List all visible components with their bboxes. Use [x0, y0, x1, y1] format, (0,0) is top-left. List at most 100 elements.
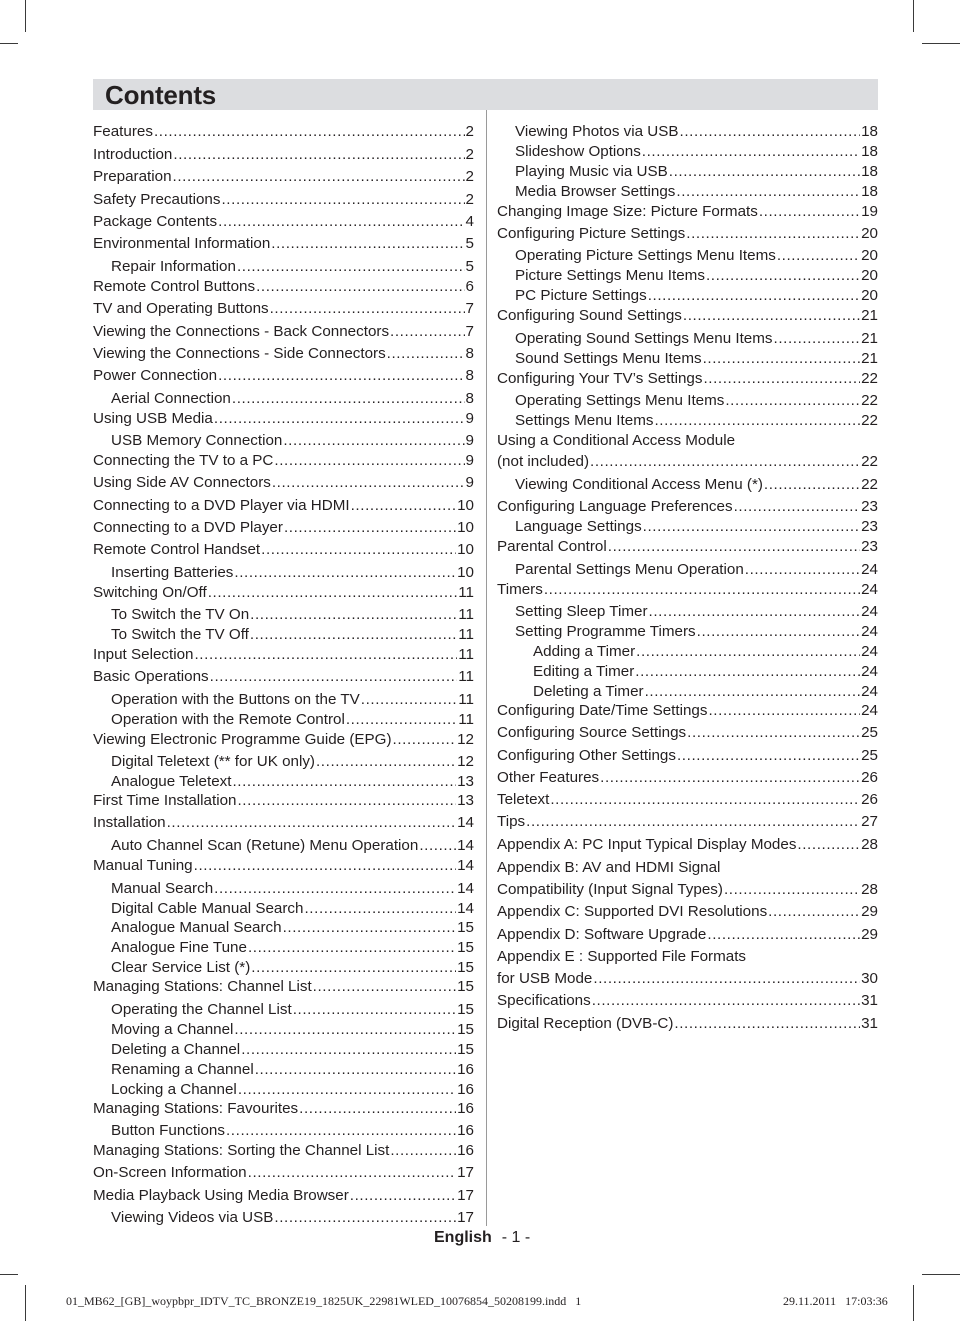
- toc-entry[interactable]: Appendix E : Supported File Formats: [497, 947, 878, 967]
- toc-entry[interactable]: Language Settings 23: [497, 517, 878, 537]
- toc-entry[interactable]: Aerial Connection 8: [93, 389, 474, 409]
- toc-entry[interactable]: Installation 14: [93, 813, 474, 833]
- toc-entry[interactable]: Operation with the Remote Control 11: [93, 710, 474, 730]
- toc-entry[interactable]: Media Browser Settings 18: [497, 182, 878, 202]
- toc-entry[interactable]: Viewing Photos via USB 18: [497, 122, 878, 142]
- toc-entry[interactable]: Viewing the Connections - Side Connector…: [93, 344, 474, 364]
- toc-entry[interactable]: Safety Precautions 2: [93, 190, 474, 210]
- toc-entry[interactable]: Operating Sound Settings Menu Items 21: [497, 329, 878, 349]
- toc-entry[interactable]: Tips 27: [497, 812, 878, 832]
- toc-entry[interactable]: To Switch the TV On 11: [93, 605, 474, 625]
- toc-entry[interactable]: Viewing Electronic Programme Guide (EPG)…: [93, 730, 474, 750]
- toc-entry[interactable]: Auto Channel Scan (Retune) Menu Operatio…: [93, 836, 474, 856]
- toc-entry[interactable]: Moving a Channel 15: [93, 1020, 474, 1040]
- toc-entry[interactable]: Connecting to a DVD Player 10: [93, 518, 474, 538]
- toc-entry[interactable]: Repair Information 5: [93, 257, 474, 277]
- toc-entry[interactable]: Features 2: [93, 122, 474, 142]
- toc-entry[interactable]: Package Contents 4: [93, 212, 474, 232]
- toc-entry[interactable]: Teletext 26: [497, 790, 878, 810]
- toc-entry[interactable]: Analogue Manual Search 15: [93, 918, 474, 938]
- toc-entry[interactable]: Deleting a Channel 15: [93, 1040, 474, 1060]
- toc-entry[interactable]: To Switch the TV Off 11: [93, 625, 474, 645]
- toc-entry[interactable]: Media Playback Using Media Browser 17: [93, 1186, 474, 1206]
- toc-entry-title: Analogue Teletext: [111, 773, 232, 790]
- toc-entry[interactable]: Slideshow Options 18: [497, 142, 878, 162]
- toc-entry[interactable]: Using Side AV Connectors 9: [93, 473, 474, 493]
- toc-entry[interactable]: Timers 24: [497, 580, 878, 600]
- toc-entry[interactable]: Appendix B: AV and HDMI Signal: [497, 858, 878, 878]
- toc-entry[interactable]: Operating Picture Settings Menu Items 20: [497, 246, 878, 266]
- toc-entry[interactable]: Managing Stations: Sorting the Channel L…: [93, 1141, 474, 1161]
- toc-entry[interactable]: Editing a Timer 24: [497, 662, 878, 682]
- toc-entry[interactable]: (not included) 22: [497, 452, 878, 472]
- toc-entry[interactable]: Viewing the Connections - Back Connector…: [93, 322, 474, 342]
- toc-entry[interactable]: Picture Settings Menu Items 20: [497, 266, 878, 286]
- toc-entry[interactable]: First Time Installation 13: [93, 791, 474, 811]
- toc-entry[interactable]: Appendix D: Software Upgrade 29: [497, 925, 878, 945]
- toc-entry[interactable]: Analogue Teletext 13: [93, 772, 474, 792]
- toc-entry[interactable]: Inserting Batteries 10: [93, 563, 474, 583]
- toc-entry[interactable]: Configuring Your TV’s Settings 22: [497, 369, 878, 389]
- toc-entry[interactable]: for USB Mode 30: [497, 969, 878, 989]
- toc-entry-page: 20: [861, 287, 878, 304]
- toc-entry[interactable]: Managing Stations: Favourites 16: [93, 1099, 474, 1119]
- toc-entry[interactable]: Operation with the Buttons on the TV 11: [93, 690, 474, 710]
- toc-entry[interactable]: On-Screen Information 17: [93, 1163, 474, 1183]
- toc-entry[interactable]: Sound Settings Menu Items 21: [497, 349, 878, 369]
- toc-entry[interactable]: Connecting the TV to a PC 9: [93, 451, 474, 471]
- toc-entry[interactable]: Appendix A: PC Input Typical Display Mod…: [497, 835, 878, 855]
- toc-entry[interactable]: Specifications 31: [497, 991, 878, 1011]
- toc-entry[interactable]: Environmental Information 5: [93, 234, 474, 254]
- toc-entry[interactable]: Introduction 2: [93, 145, 474, 165]
- toc-entry[interactable]: Button Functions 16: [93, 1121, 474, 1141]
- toc-entry[interactable]: Other Features 26: [497, 768, 878, 788]
- toc-entry[interactable]: Remote Control Buttons 6: [93, 277, 474, 297]
- toc-entry[interactable]: Parental Control 23: [497, 537, 878, 557]
- toc-entry[interactable]: Configuring Source Settings 25: [497, 723, 878, 743]
- toc-entry[interactable]: Analogue Fine Tune 15: [93, 938, 474, 958]
- toc-entry[interactable]: Operating Settings Menu Items 22: [497, 391, 878, 411]
- toc-entry[interactable]: Using a Conditional Access Module: [497, 431, 878, 451]
- toc-entry[interactable]: Parental Settings Menu Operation 24: [497, 560, 878, 580]
- toc-entry-page: 26: [861, 769, 878, 786]
- toc-entry[interactable]: Deleting a Timer 24: [497, 682, 878, 702]
- toc-entry[interactable]: Operating the Channel List 15: [93, 1000, 474, 1020]
- toc-entry-title: Clear Service List (*): [111, 959, 251, 976]
- toc-entry[interactable]: Setting Sleep Timer 24: [497, 602, 878, 622]
- toc-entry[interactable]: Basic Operations 11: [93, 667, 474, 687]
- toc-entry[interactable]: Locking a Channel 16: [93, 1080, 474, 1100]
- toc-entry[interactable]: Configuring Sound Settings 21: [497, 306, 878, 326]
- toc-entry[interactable]: Compatibility (Input Signal Types) 28: [497, 880, 878, 900]
- toc-entry[interactable]: Renaming a Channel 16: [93, 1060, 474, 1080]
- toc-entry[interactable]: Manual Search 14: [93, 879, 474, 899]
- toc-entry[interactable]: Changing Image Size: Picture Formats 19: [497, 202, 878, 222]
- toc-entry[interactable]: TV and Operating Buttons 7: [93, 299, 474, 319]
- toc-entry[interactable]: Viewing Videos via USB 17: [93, 1208, 474, 1228]
- toc-entry[interactable]: Adding a Timer 24: [497, 642, 878, 662]
- toc-entry[interactable]: Manual Tuning 14: [93, 856, 474, 876]
- toc-entry[interactable]: Power Connection 8: [93, 366, 474, 386]
- toc-entry[interactable]: Digital Cable Manual Search 14: [93, 899, 474, 919]
- toc-entry[interactable]: Preparation 2: [93, 167, 474, 187]
- toc-dot-leader: [283, 431, 464, 451]
- toc-entry[interactable]: Configuring Other Settings 25: [497, 746, 878, 766]
- toc-entry[interactable]: Using USB Media 9: [93, 409, 474, 429]
- toc-entry[interactable]: Digital Teletext (** for UK only) 12: [93, 752, 474, 772]
- toc-entry[interactable]: PC Picture Settings 20: [497, 286, 878, 306]
- toc-entry[interactable]: Clear Service List (*) 15: [93, 958, 474, 978]
- toc-entry[interactable]: USB Memory Connection 9: [93, 431, 474, 451]
- toc-entry[interactable]: Connecting to a DVD Player via HDMI 10: [93, 496, 474, 516]
- toc-entry[interactable]: Playing Music via USB 18: [497, 162, 878, 182]
- toc-entry[interactable]: Setting Programme Timers 24: [497, 622, 878, 642]
- toc-entry[interactable]: Viewing Conditional Access Menu (*) 22: [497, 475, 878, 495]
- toc-entry[interactable]: Configuring Date/Time Settings 24: [497, 701, 878, 721]
- toc-entry[interactable]: Digital Reception (DVB-C) 31: [497, 1014, 878, 1034]
- toc-entry[interactable]: Configuring Language Preferences 23: [497, 497, 878, 517]
- toc-entry[interactable]: Input Selection 11: [93, 645, 474, 665]
- toc-entry[interactable]: Settings Menu Items 22: [497, 411, 878, 431]
- toc-entry[interactable]: Managing Stations: Channel List 15: [93, 977, 474, 997]
- toc-entry[interactable]: Remote Control Handset 10: [93, 540, 474, 560]
- toc-entry[interactable]: Appendix C: Supported DVI Resolutions 29: [497, 902, 878, 922]
- toc-entry[interactable]: Switching On/Off 11: [93, 583, 474, 603]
- toc-entry[interactable]: Configuring Picture Settings 20: [497, 224, 878, 244]
